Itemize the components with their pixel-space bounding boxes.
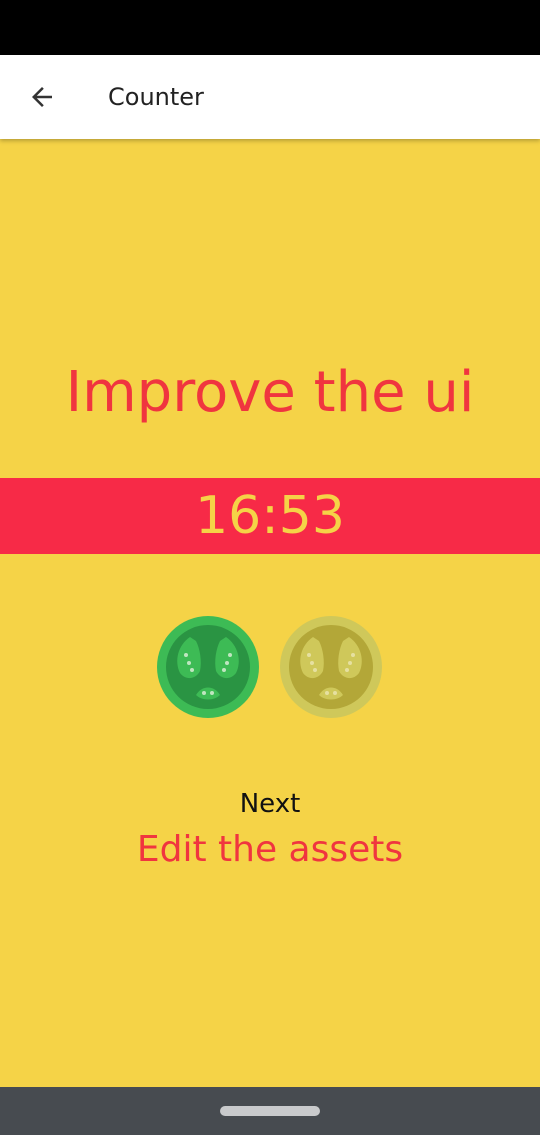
status-bar bbox=[0, 0, 540, 55]
app-title: Counter bbox=[108, 83, 204, 111]
tomato-icon bbox=[279, 615, 383, 719]
next-label: Next bbox=[239, 789, 301, 819]
back-button[interactable] bbox=[18, 73, 66, 121]
home-gesture-handle[interactable] bbox=[220, 1106, 320, 1116]
next-task-title: Edit the assets bbox=[136, 829, 404, 870]
counter-screen: Improve the ui 16:53 Next Edit the asset… bbox=[0, 139, 540, 1087]
current-task-title: Improve the ui bbox=[65, 360, 475, 425]
app-bar: Counter bbox=[0, 55, 540, 139]
timer-display: 16:53 bbox=[195, 486, 345, 546]
arrow-back-icon bbox=[27, 82, 57, 112]
timer-band: 16:53 bbox=[0, 478, 540, 554]
system-nav-bar bbox=[0, 1087, 540, 1135]
tomato-icon bbox=[156, 615, 260, 719]
